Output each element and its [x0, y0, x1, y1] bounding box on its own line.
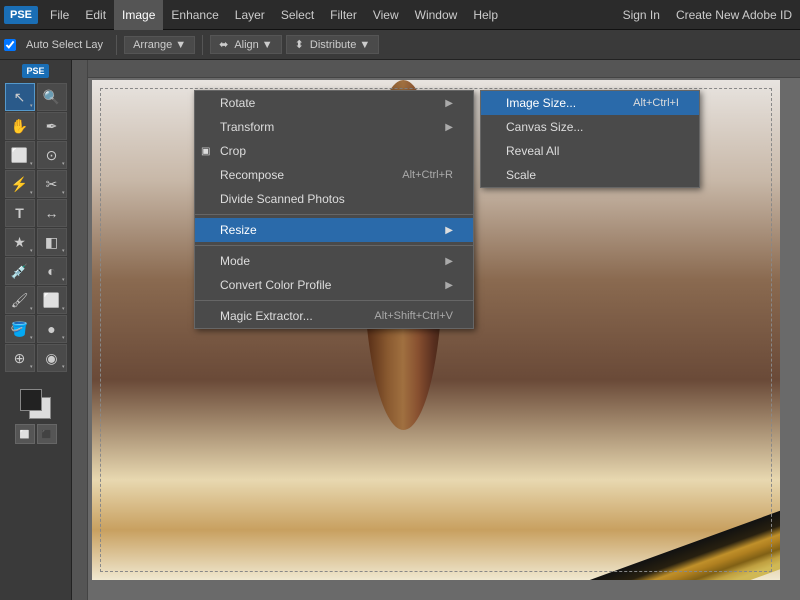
- main-area: PSE ↖▾ 🔍 ✋ ✒ ⬜▾ ⊙▾ ⚡▾ ✂▾ T ↔ ★▾ ◧▾ 💉 ◐▾: [0, 60, 800, 600]
- tools-panel: PSE ↖▾ 🔍 ✋ ✒ ⬜▾ ⊙▾ ⚡▾ ✂▾ T ↔ ★▾ ◧▾ 💉 ◐▾: [0, 60, 72, 600]
- brush-tool[interactable]: 🖌▾: [5, 286, 35, 314]
- tool-row-5: T ↔: [2, 199, 69, 227]
- convert-color-profile-menu-item[interactable]: Convert Color Profile ▶: [195, 273, 473, 297]
- move-select-tool[interactable]: ↔: [37, 199, 67, 227]
- lasso-tool[interactable]: ⊙▾: [37, 141, 67, 169]
- zoom-tool[interactable]: 🔍: [37, 83, 67, 111]
- tools-logo: PSE: [22, 64, 48, 78]
- magic-wand-tool[interactable]: ⚡▾: [5, 170, 35, 198]
- options-toolbar: Auto Select Lay Arrange ▼ ⬌Align ▼ ⬍Dist…: [0, 30, 800, 60]
- menu-bar: PSE File Edit Image Enhance Layer Select…: [0, 0, 800, 30]
- menu-file[interactable]: File: [42, 0, 77, 30]
- distribute-button[interactable]: ⬍Distribute ▼: [286, 35, 380, 54]
- crop-icon: ▣: [201, 146, 210, 157]
- blur-tool[interactable]: ●▾: [37, 315, 67, 343]
- eyedropper-tool[interactable]: 💉: [5, 257, 35, 285]
- rotate-menu-item[interactable]: Rotate ▶: [195, 91, 473, 115]
- menu-window[interactable]: Window: [407, 0, 466, 30]
- menu-image[interactable]: Image: [114, 0, 163, 30]
- resize-menu-item[interactable]: Resize ▶: [195, 218, 473, 242]
- eraser-tool[interactable]: ⬜▾: [37, 286, 67, 314]
- align-button[interactable]: ⬌Align ▼: [210, 35, 282, 54]
- hand-tool[interactable]: ✋: [5, 112, 35, 140]
- divide-scanned-menu-item[interactable]: Divide Scanned Photos: [195, 187, 473, 211]
- move-tool[interactable]: ↖▾: [5, 83, 35, 111]
- rectangle-select-tool[interactable]: ⬜▾: [5, 141, 35, 169]
- auto-select-label: Auto Select Lay: [20, 37, 109, 53]
- menu-layer[interactable]: Layer: [227, 0, 273, 30]
- app-logo: PSE: [4, 6, 38, 24]
- mode-switch: ⬜ ⬛: [2, 424, 69, 444]
- dodge-tool[interactable]: ◐▾: [37, 257, 67, 285]
- tool-row-2: ✋ ✒: [2, 112, 69, 140]
- wooden-pipe: [449, 502, 780, 580]
- canvas-size-menu-item[interactable]: Canvas Size...: [481, 115, 699, 139]
- menu-filter[interactable]: Filter: [322, 0, 365, 30]
- sign-in-button[interactable]: Sign In: [615, 4, 668, 26]
- shape-tool[interactable]: ★▾: [5, 228, 35, 256]
- tool-row-9: 🪣▾ ●▾: [2, 315, 69, 343]
- menu-enhance[interactable]: Enhance: [163, 0, 226, 30]
- quick-mask-button[interactable]: ⬜: [15, 424, 35, 444]
- standard-mode-button[interactable]: ⬛: [37, 424, 57, 444]
- menu-select[interactable]: Select: [273, 0, 322, 30]
- tool-row-6: ★▾ ◧▾: [2, 228, 69, 256]
- resize-submenu: Image Size... Alt+Ctrl+I Canvas Size... …: [480, 90, 700, 188]
- tool-row-8: 🖌▾ ⬜▾: [2, 286, 69, 314]
- recompose-menu-item[interactable]: Recompose Alt+Ctrl+R: [195, 163, 473, 187]
- arrange-button[interactable]: Arrange ▼: [124, 36, 195, 54]
- toolbar-separator-2: [202, 35, 203, 55]
- paint-bucket-tool[interactable]: 🪣▾: [5, 315, 35, 343]
- foreground-color-swatch[interactable]: [20, 389, 42, 411]
- canvas-area[interactable]: ✛ Rotate ▶ Transform ▶ ▣ Crop Recompose …: [72, 60, 800, 600]
- crop-menu-item[interactable]: ▣ Crop: [195, 139, 473, 163]
- menu-divider-3: [195, 300, 473, 301]
- tool-row-3: ⬜▾ ⊙▾: [2, 141, 69, 169]
- tool-row-1: ↖▾ 🔍: [2, 83, 69, 111]
- menu-view[interactable]: View: [365, 0, 407, 30]
- color-swatches: [2, 379, 69, 419]
- reveal-all-menu-item[interactable]: Reveal All: [481, 139, 699, 163]
- pencil-tool[interactable]: ✒: [37, 112, 67, 140]
- tool-row-10: ⊕▾ ◉▾: [2, 344, 69, 372]
- clone-stamp-tool[interactable]: ⊕▾: [5, 344, 35, 372]
- menu-divider-1: [195, 214, 473, 215]
- toolbar-separator-1: [116, 35, 117, 55]
- create-adobe-id-button[interactable]: Create New Adobe ID: [668, 4, 800, 26]
- menu-help[interactable]: Help: [465, 0, 506, 30]
- scale-menu-item[interactable]: Scale: [481, 163, 699, 187]
- tool-row-4: ⚡▾ ✂▾: [2, 170, 69, 198]
- magic-extractor-menu-item[interactable]: Magic Extractor... Alt+Shift+Ctrl+V: [195, 304, 473, 328]
- menu-divider-2: [195, 245, 473, 246]
- transform-menu-item[interactable]: Transform ▶: [195, 115, 473, 139]
- type-tool[interactable]: T: [5, 199, 35, 227]
- image-size-menu-item[interactable]: Image Size... Alt+Ctrl+I: [481, 91, 699, 115]
- auto-select-checkbox[interactable]: [4, 39, 16, 51]
- vertical-ruler: [72, 60, 88, 600]
- horizontal-ruler: [72, 60, 800, 78]
- mode-menu-item[interactable]: Mode ▶: [195, 249, 473, 273]
- healing-brush-tool[interactable]: ◉▾: [37, 344, 67, 372]
- image-menu-dropdown: Rotate ▶ Transform ▶ ▣ Crop Recompose Al…: [194, 90, 474, 329]
- gradient-tool[interactable]: ◧▾: [37, 228, 67, 256]
- menu-edit[interactable]: Edit: [77, 0, 114, 30]
- crop-tool[interactable]: ✂▾: [37, 170, 67, 198]
- tool-row-7: 💉 ◐▾: [2, 257, 69, 285]
